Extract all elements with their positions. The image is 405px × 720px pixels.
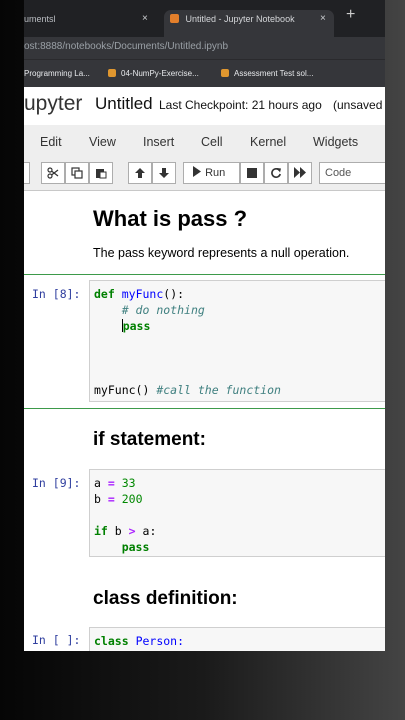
browser-tab-strip: umentsl × Untitled - Jupyter Notebook × … bbox=[24, 0, 385, 37]
copy-icon bbox=[71, 167, 83, 179]
code-line: # do nothing bbox=[121, 303, 205, 317]
copy-button[interactable] bbox=[65, 162, 89, 184]
restart-button[interactable] bbox=[264, 162, 288, 184]
markdown-heading-if[interactable]: if statement: bbox=[93, 429, 206, 451]
move-down-button[interactable] bbox=[152, 162, 176, 184]
cell-prompt: In [ ]: bbox=[32, 633, 81, 647]
stop-icon bbox=[247, 168, 257, 178]
paste-button[interactable] bbox=[89, 162, 113, 184]
address-bar[interactable]: ost:8888/notebooks/Documents/Untitled.ip… bbox=[24, 37, 385, 59]
move-up-button[interactable] bbox=[128, 162, 152, 184]
code-line: def myFunc(): bbox=[94, 287, 185, 301]
bookmark-icon bbox=[221, 69, 229, 77]
arrow-down-icon bbox=[159, 168, 169, 178]
menu-kernel[interactable]: Kernel bbox=[250, 135, 286, 149]
restart-icon bbox=[271, 168, 281, 178]
notebook-area: What is pass ? The pass keyword represen… bbox=[24, 191, 385, 651]
code-line: pass bbox=[121, 540, 150, 554]
fast-forward-icon bbox=[294, 167, 306, 178]
code-line: if b > a: bbox=[94, 524, 157, 538]
code-line: myFunc() #call the function bbox=[94, 383, 281, 397]
code-line: b = 200 bbox=[94, 492, 143, 506]
code-editor[interactable]: a = 33 b = 200 if b > a: pass bbox=[89, 469, 385, 557]
jupyter-header: upyter Untitled Last Checkpoint: 21 hour… bbox=[24, 87, 385, 125]
add-cell-button[interactable] bbox=[24, 162, 30, 184]
bookmark-numpy-exercise[interactable]: 04-NumPy-Exercise... bbox=[108, 69, 199, 78]
bookmarks-bar: Programming La... 04-NumPy-Exercise... A… bbox=[24, 59, 385, 88]
bookmark-assessment[interactable]: Assessment Test sol... bbox=[221, 69, 313, 78]
menu-widgets[interactable]: Widgets bbox=[313, 135, 358, 149]
menu-view[interactable]: View bbox=[89, 135, 116, 149]
screen: umentsl × Untitled - Jupyter Notebook × … bbox=[24, 0, 385, 651]
markdown-heading-class[interactable]: class definition: bbox=[93, 588, 238, 610]
jupyter-favicon-icon bbox=[170, 14, 179, 23]
notebook-title[interactable]: Untitled bbox=[95, 94, 153, 114]
tab-label: Untitled - Jupyter Notebook bbox=[185, 14, 295, 24]
toolbar: Run Code bbox=[24, 159, 385, 191]
code-editor[interactable]: class Person: bbox=[89, 627, 385, 651]
code-line: class Person: bbox=[94, 634, 185, 648]
bookmark-icon bbox=[108, 69, 116, 77]
interrupt-button[interactable] bbox=[240, 162, 264, 184]
cell-prompt: In [8]: bbox=[32, 287, 81, 301]
url-text: ost:8888/notebooks/Documents/Untitled.ip… bbox=[24, 41, 229, 52]
run-label: Run bbox=[205, 167, 226, 179]
play-icon bbox=[193, 166, 201, 177]
checkpoint-status: Last Checkpoint: 21 hours ago bbox=[159, 98, 322, 112]
new-tab-icon[interactable]: + bbox=[346, 6, 355, 24]
menu-edit[interactable]: Edit bbox=[40, 135, 62, 149]
browser-tab-documents[interactable]: umentsl × bbox=[24, 10, 154, 37]
markdown-heading-pass[interactable]: What is pass ? bbox=[93, 206, 247, 232]
markdown-text-pass[interactable]: The pass keyword represents a null opera… bbox=[93, 246, 349, 260]
unsaved-status: (unsaved bbox=[333, 98, 383, 112]
menu-bar: Edit View Insert Cell Kernel Widgets bbox=[24, 125, 385, 160]
tab-label: umentsl bbox=[24, 14, 56, 24]
cut-button[interactable] bbox=[41, 162, 65, 184]
jupyter-logo[interactable]: upyter bbox=[24, 92, 82, 116]
menu-insert[interactable]: Insert bbox=[143, 135, 174, 149]
paste-icon bbox=[96, 169, 107, 179]
menu-cell[interactable]: Cell bbox=[201, 135, 223, 149]
code-line: a = 33 bbox=[94, 476, 136, 490]
browser-tab-untitled[interactable]: Untitled - Jupyter Notebook × bbox=[164, 10, 334, 37]
scissors-icon bbox=[47, 167, 59, 179]
code-line: pass bbox=[121, 319, 151, 333]
run-all-button[interactable] bbox=[288, 162, 312, 184]
cell-prompt: In [9]: bbox=[32, 476, 81, 490]
code-editor[interactable]: def myFunc(): # do nothing pass myFunc()… bbox=[89, 280, 385, 402]
close-tab-icon[interactable]: × bbox=[320, 10, 326, 28]
bookmark-programming[interactable]: Programming La... bbox=[24, 69, 90, 78]
close-tab-icon[interactable]: × bbox=[142, 10, 148, 28]
arrow-up-icon bbox=[135, 168, 145, 178]
cell-type-select[interactable]: Code bbox=[319, 162, 385, 184]
run-button[interactable]: Run bbox=[183, 162, 240, 184]
